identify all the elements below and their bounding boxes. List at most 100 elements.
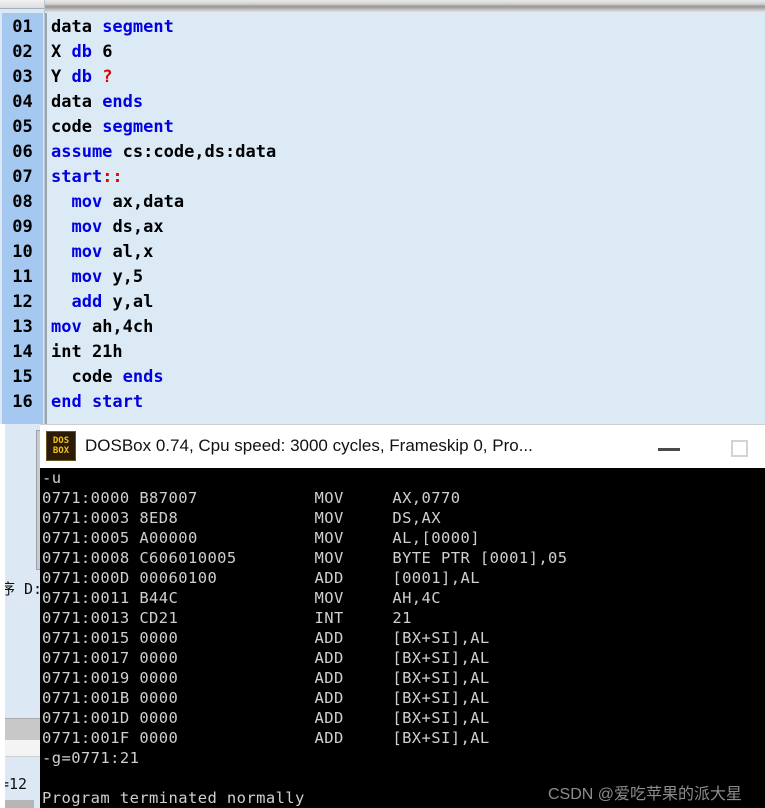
editor-line-number: 11 (12, 267, 33, 287)
dosbox-icon-label-top: DOS (52, 436, 70, 446)
editor-line[interactable]: 04 data ends (2, 90, 720, 115)
editor-line-text: mov al,x (43, 242, 153, 262)
code-token: end start (51, 392, 144, 412)
editor-line-number: 13 (12, 317, 33, 337)
background-window-divider (0, 718, 44, 742)
code-token: db (71, 67, 92, 87)
code-token: db (71, 42, 92, 62)
editor-window-chrome-top (45, 0, 765, 7)
screenshot-root: 序 D: =12 01 data segment 02 X db 6 03 Y db ? 0… (0, 0, 765, 808)
editor-line-text: mov y,5 (43, 267, 143, 287)
code-token: data (51, 92, 103, 112)
editor-line[interactable]: 10 mov al,x (2, 240, 720, 265)
editor-line-number: 01 (12, 17, 33, 37)
console-line: 0771:0011 B44C MOV AH,4C (42, 589, 442, 607)
code-token: y,5 (102, 267, 144, 287)
dosbox-console-output[interactable]: -u 0771:0000 B87007 MOV AX,0770 0771:0003 … (40, 468, 765, 808)
code-token: y,al (102, 292, 154, 312)
code-token: 6 (91, 42, 113, 62)
console-line: 0771:001D 0000 ADD [BX+SI],AL (42, 709, 490, 727)
editor-line[interactable]: 06 assume cs:code,ds:data (2, 140, 720, 165)
console-line: 0771:0003 8ED8 MOV DS,AX (42, 509, 442, 527)
dosbox-titlebar[interactable]: DOS BOX DOSBox 0.74, Cpu speed: 3000 cyc… (40, 424, 765, 469)
background-window-titlebar[interactable] (0, 0, 44, 9)
code-token: mov (71, 217, 103, 237)
editor-line-number: 12 (12, 292, 33, 312)
editor-line-number: 08 (12, 192, 33, 212)
editor-line-number: 16 (12, 392, 33, 412)
editor-line-text: Y db ? (43, 67, 112, 87)
editor-line[interactable]: 02 X db 6 (2, 40, 720, 65)
background-window-partial-text: 序 D: (0, 580, 43, 598)
editor-line-text: code segment (43, 117, 174, 137)
code-token: mov (71, 267, 103, 287)
editor-line[interactable]: 03 Y db ? (2, 65, 720, 90)
console-line: 0771:0005 A00000 MOV AL,[0000] (42, 529, 480, 547)
code-token: segment (102, 117, 174, 137)
editor-line[interactable]: 16 end start (2, 390, 720, 415)
background-window-status-fragment: =12 (0, 775, 28, 793)
editor-line-text: assume cs:code,ds:data (43, 142, 276, 162)
editor-line-text: data ends (43, 92, 143, 112)
console-line: 0771:0015 0000 ADD [BX+SI],AL (42, 629, 490, 647)
editor-line[interactable]: 12 add y,al (2, 290, 720, 315)
console-line: 0771:000D 00060100 ADD [0001],AL (42, 569, 480, 587)
maximize-button[interactable] (722, 437, 765, 459)
editor-line-number: 10 (12, 242, 33, 262)
editor-line-number: 03 (12, 67, 33, 87)
code-token: al,x (102, 242, 154, 262)
dosbox-title-text: DOSBox 0.74, Cpu speed: 3000 cycles, Fra… (85, 436, 533, 455)
console-line: 0771:0000 B87007 MOV AX,0770 (42, 489, 461, 507)
editor-line-number: 06 (12, 142, 33, 162)
dosbox-app-icon: DOS BOX (46, 431, 76, 461)
editor-line[interactable]: 05 code segment (2, 115, 720, 140)
editor-line-number: 14 (12, 342, 33, 362)
editor-line-number: 04 (12, 92, 33, 112)
editor-line[interactable]: 15 code ends (2, 365, 720, 390)
console-line: 0771:0019 0000 ADD [BX+SI],AL (42, 669, 490, 687)
editor-line-number: 02 (12, 42, 33, 62)
code-token: ? (102, 67, 113, 87)
editor-line[interactable]: 13 mov ah,4ch (2, 315, 720, 340)
code-token: cs:code,ds:data (112, 142, 277, 162)
code-token: assume (51, 142, 113, 162)
console-line: -u (42, 469, 62, 487)
code-token: ends (122, 367, 164, 387)
code-token: ds,ax (102, 217, 164, 237)
dosbox-icon-label-bottom: BOX (52, 446, 70, 456)
editor-line-text: mov ah,4ch (43, 317, 153, 337)
editor-line-text: X db 6 (43, 42, 112, 62)
code-token: code (51, 117, 103, 137)
code-token: int 21h (51, 342, 123, 362)
code-token: Y (51, 67, 72, 87)
editor-line[interactable]: 11 mov y,5 (2, 265, 720, 290)
editor-line-text: mov ds,ax (43, 217, 164, 237)
console-line: Program terminated normally (42, 789, 305, 807)
minimize-button[interactable] (646, 437, 692, 459)
editor-line-number: 15 (12, 367, 33, 387)
background-window-taskbar-fleck (4, 800, 34, 808)
csdn-watermark: CSDN @爱吃苹果的派大星 (548, 786, 743, 803)
editor-line-text: data segment (43, 17, 174, 37)
code-token: mov (71, 242, 103, 262)
editor-line-number: 07 (12, 167, 33, 187)
editor-line-text: start:: (43, 167, 123, 187)
editor-line[interactable]: 07 start:: (2, 165, 720, 190)
code-token: ends (102, 92, 144, 112)
code-token: code (71, 367, 123, 387)
code-token: mov (71, 192, 103, 212)
code-token: ah,4ch (81, 317, 154, 337)
editor-line-number: 05 (12, 117, 33, 137)
editor-line-text: code ends (43, 367, 164, 387)
dosbox-window[interactable]: DOS BOX DOSBox 0.74, Cpu speed: 3000 cyc… (40, 424, 765, 808)
editor-line[interactable]: 08 mov ax,data (2, 190, 720, 215)
maximize-icon (731, 440, 748, 457)
console-line: 0771:0008 C606010005 MOV BYTE PTR [0001]… (42, 549, 568, 567)
editor-line[interactable]: 01 data segment (2, 15, 720, 40)
editor-line-text: add y,al (43, 292, 153, 312)
editor-line[interactable]: 09 mov ds,ax (2, 215, 720, 240)
console-line: 0771:0017 0000 ADD [BX+SI],AL (42, 649, 490, 667)
editor-line-text: end start (43, 392, 143, 412)
editor-line[interactable]: 14 int 21h (2, 340, 720, 365)
